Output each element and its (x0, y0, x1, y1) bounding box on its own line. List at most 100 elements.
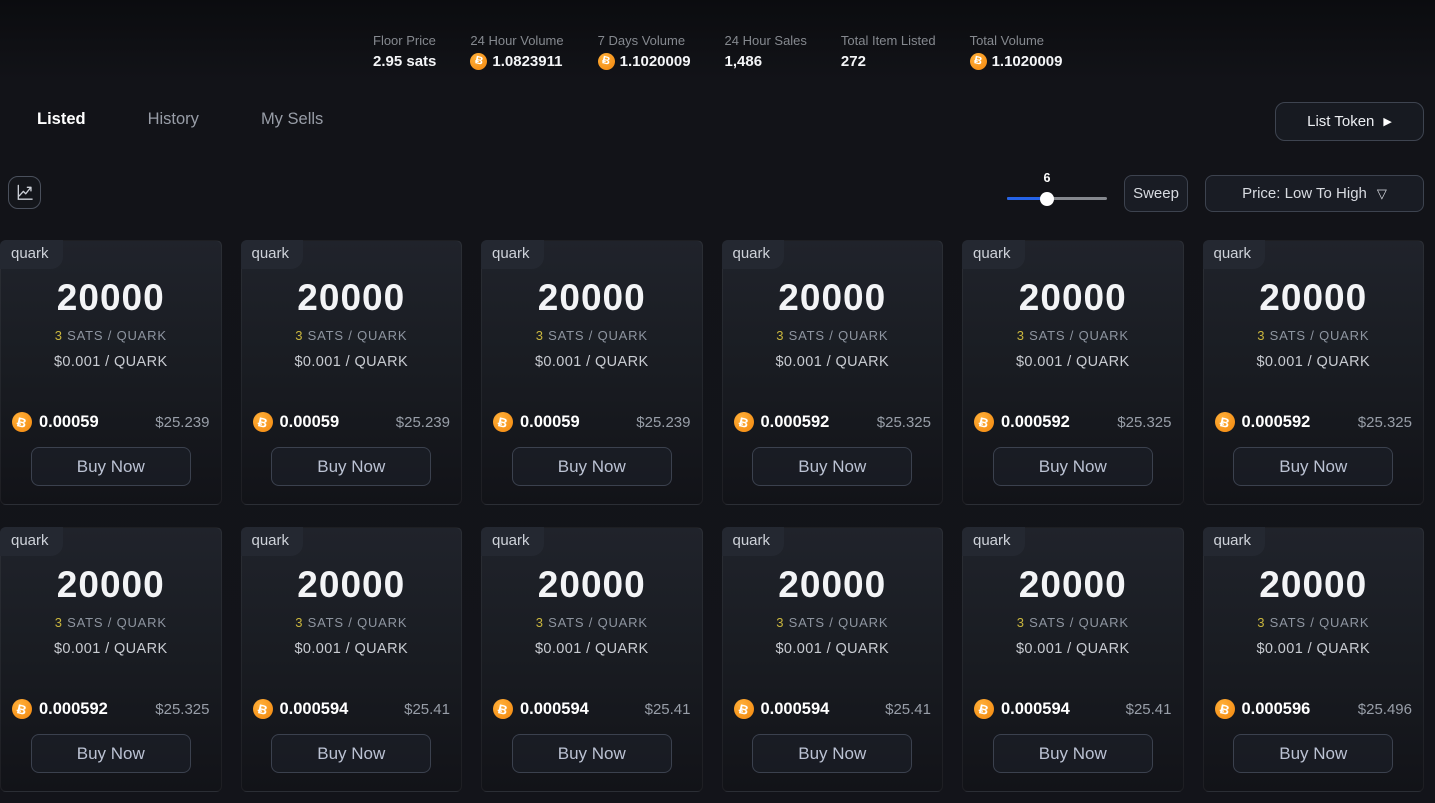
usd-rate: $0.001 / QUARK (1, 641, 221, 657)
btc-price-group: Ƀ 0.000594 (253, 699, 349, 719)
usd-price: $25.41 (404, 701, 450, 718)
sats-rate-value: 3 (1257, 328, 1265, 343)
token-card: quark 20000 3 SATS / QUARK $0.001 / QUAR… (241, 240, 463, 505)
sats-rate-unit: SATS / QUARK (67, 615, 167, 630)
buy-now-button[interactable]: Buy Now (512, 734, 672, 773)
line-chart-icon (15, 183, 34, 202)
token-tag: quark (722, 240, 785, 269)
tab[interactable]: History (148, 110, 199, 129)
list-token-button[interactable]: List Token ▶ (1275, 102, 1424, 141)
sats-rate-value: 3 (1017, 615, 1025, 630)
stat-item: 7 Days Volume Ƀ 1.1020009 (598, 33, 691, 70)
buy-now-button[interactable]: Buy Now (993, 734, 1153, 773)
sats-rate-value: 3 (55, 328, 63, 343)
buy-now-button[interactable]: Buy Now (1233, 734, 1393, 773)
bitcoin-icon: Ƀ (974, 699, 994, 719)
usd-rate: $0.001 / QUARK (482, 354, 702, 370)
buy-now-button[interactable]: Buy Now (752, 734, 912, 773)
sort-dropdown[interactable]: Price: Low To High ▽ (1205, 175, 1424, 212)
btc-price: 0.00059 (520, 413, 580, 432)
sats-rate-unit: SATS / QUARK (789, 615, 889, 630)
stat-label: Total Item Listed (841, 33, 936, 48)
buy-now-button[interactable]: Buy Now (512, 447, 672, 486)
buy-now-button[interactable]: Buy Now (1233, 447, 1393, 486)
sats-rate: 3 SATS / QUARK (1, 615, 221, 630)
sats-rate-unit: SATS / QUARK (548, 328, 648, 343)
stat-label: 24 Hour Sales (725, 33, 807, 48)
price-row: Ƀ 0.000592 $25.325 (734, 411, 932, 433)
sats-rate-unit: SATS / QUARK (548, 615, 648, 630)
bitcoin-icon: Ƀ (1215, 412, 1235, 432)
usd-rate: $0.001 / QUARK (1, 354, 221, 370)
buy-now-button[interactable]: Buy Now (993, 447, 1153, 486)
sats-rate: 3 SATS / QUARK (1204, 615, 1424, 630)
token-card: quark 20000 3 SATS / QUARK $0.001 / QUAR… (0, 240, 222, 505)
bitcoin-icon: Ƀ (470, 53, 487, 70)
usd-rate: $0.001 / QUARK (963, 354, 1183, 370)
stat-value: Ƀ 1.0823911 (470, 53, 563, 70)
tabs: Listed History My Sells (37, 110, 323, 129)
btc-price-group: Ƀ 0.000594 (493, 699, 589, 719)
token-card: quark 20000 3 SATS / QUARK $0.001 / QUAR… (1203, 240, 1425, 505)
tab[interactable]: My Sells (261, 110, 323, 129)
bitcoin-icon: Ƀ (12, 412, 32, 432)
price-row: Ƀ 0.000594 $25.41 (974, 698, 1172, 720)
buy-now-button[interactable]: Buy Now (31, 734, 191, 773)
usd-price: $25.41 (1126, 701, 1172, 718)
usd-rate: $0.001 / QUARK (1204, 354, 1424, 370)
btc-price: 0.00059 (280, 413, 340, 432)
slider-value: 6 (1044, 171, 1051, 185)
token-amount: 20000 (963, 277, 1183, 319)
token-amount: 20000 (1, 277, 221, 319)
token-amount: 20000 (482, 564, 702, 606)
token-tag: quark (1203, 240, 1266, 269)
price-row: Ƀ 0.000596 $25.496 (1215, 698, 1413, 720)
stat-value-text: 1.1020009 (992, 53, 1063, 70)
sweep-button[interactable]: Sweep (1124, 175, 1188, 212)
usd-price: $25.325 (1117, 414, 1171, 431)
btc-price: 0.000592 (39, 700, 108, 719)
list-token-label: List Token (1307, 113, 1374, 130)
stat-value: Ƀ 2.95 sats (373, 53, 436, 70)
sats-rate-value: 3 (776, 328, 784, 343)
sats-rate-value: 3 (536, 615, 544, 630)
token-card: quark 20000 3 SATS / QUARK $0.001 / QUAR… (962, 527, 1184, 792)
price-row: Ƀ 0.00059 $25.239 (12, 411, 210, 433)
token-tag: quark (1203, 527, 1266, 556)
sats-rate-value: 3 (1017, 328, 1025, 343)
price-row: Ƀ 0.00059 $25.239 (493, 411, 691, 433)
buy-now-button[interactable]: Buy Now (752, 447, 912, 486)
btc-price: 0.000594 (280, 700, 349, 719)
token-tag: quark (0, 240, 63, 269)
sats-rate: 3 SATS / QUARK (242, 328, 462, 343)
stat-label: Floor Price (373, 33, 436, 48)
slider-thumb[interactable] (1040, 192, 1054, 206)
price-row: Ƀ 0.000592 $25.325 (12, 698, 210, 720)
sats-rate: 3 SATS / QUARK (482, 328, 702, 343)
sats-rate-unit: SATS / QUARK (1270, 615, 1370, 630)
token-amount: 20000 (1204, 564, 1424, 606)
usd-rate: $0.001 / QUARK (963, 641, 1183, 657)
bitcoin-icon: Ƀ (974, 412, 994, 432)
stat-item: Total Item Listed Ƀ 272 (841, 33, 936, 70)
token-tag: quark (481, 240, 544, 269)
stat-label: 7 Days Volume (598, 33, 691, 48)
token-card: quark 20000 3 SATS / QUARK $0.001 / QUAR… (722, 527, 944, 792)
sats-rate-unit: SATS / QUARK (1029, 615, 1129, 630)
token-amount: 20000 (1204, 277, 1424, 319)
sats-rate: 3 SATS / QUARK (963, 615, 1183, 630)
buy-now-button[interactable]: Buy Now (271, 734, 431, 773)
tab[interactable]: Listed (37, 110, 86, 129)
bitcoin-icon: Ƀ (253, 412, 273, 432)
sats-rate-value: 3 (776, 615, 784, 630)
buy-now-button[interactable]: Buy Now (271, 447, 431, 486)
buy-now-button[interactable]: Buy Now (31, 447, 191, 486)
token-card: quark 20000 3 SATS / QUARK $0.001 / QUAR… (481, 240, 703, 505)
stat-item: Total Volume Ƀ 1.1020009 (970, 33, 1063, 70)
sweep-quantity-slider[interactable]: 6 (1007, 171, 1107, 211)
token-amount: 20000 (242, 277, 462, 319)
btc-price-group: Ƀ 0.000594 (974, 699, 1070, 719)
usd-rate: $0.001 / QUARK (242, 641, 462, 657)
stat-item: Floor Price Ƀ 2.95 sats (373, 33, 436, 70)
chart-view-button[interactable] (8, 176, 41, 209)
